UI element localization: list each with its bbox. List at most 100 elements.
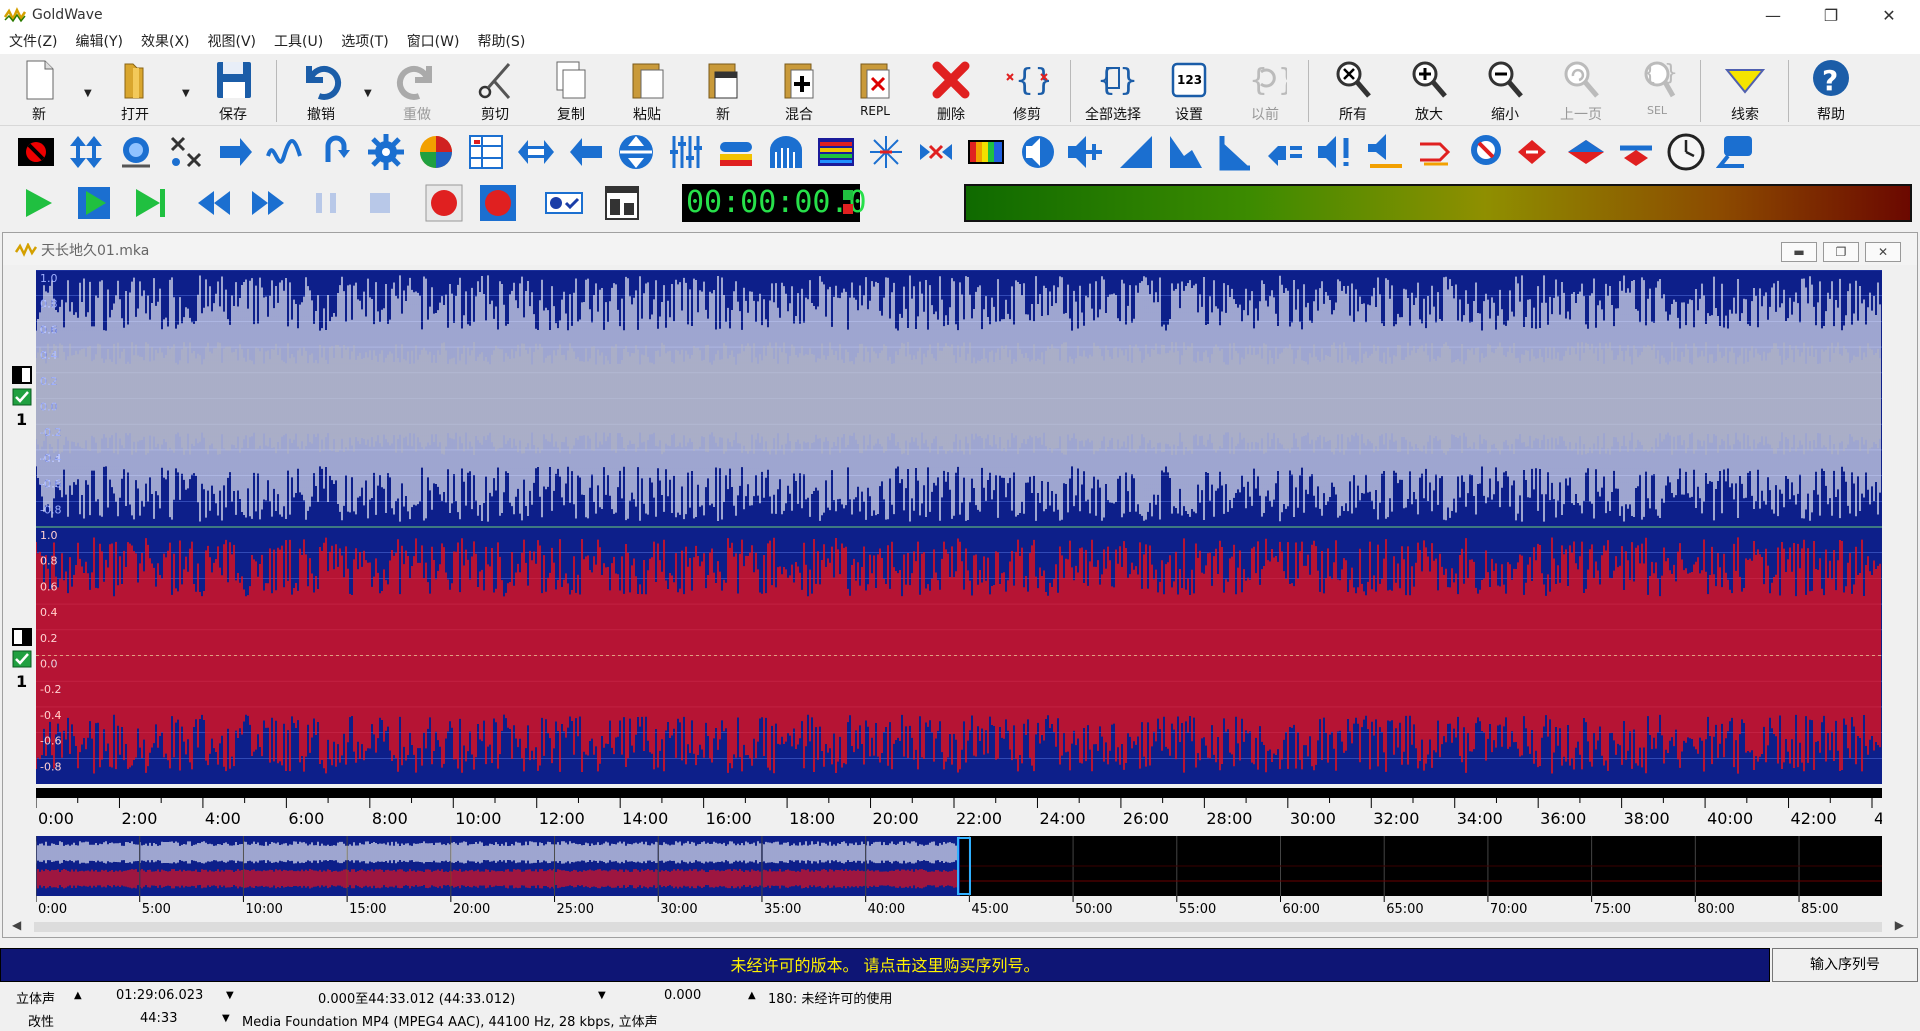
invert-icon[interactable] bbox=[316, 132, 356, 172]
bands-eq-icon[interactable] bbox=[666, 132, 706, 172]
menu-view[interactable]: 视图(V) bbox=[199, 31, 266, 53]
timeline-ruler-canvas[interactable]: 0:00 2:00 4:00 6:00 8:00 10:00 12:00 14:00 16:00… bbox=[35, 788, 1915, 828]
channel-mixer-icon[interactable] bbox=[166, 132, 206, 172]
set-button[interactable]: 123 设置 bbox=[1154, 58, 1224, 124]
volume-underline-icon[interactable] bbox=[1366, 132, 1406, 172]
rewind-icon[interactable] bbox=[194, 183, 234, 223]
horizontal-scrollbar[interactable]: ◀ ▶ bbox=[12, 918, 1904, 936]
pause-icon[interactable] bbox=[306, 183, 346, 223]
spectrum-color-icon[interactable] bbox=[966, 132, 1006, 172]
playback-rate-icon[interactable] bbox=[416, 132, 456, 172]
record-selection-icon[interactable] bbox=[478, 183, 518, 223]
record-icon[interactable] bbox=[424, 183, 464, 223]
new-button[interactable]: 新 bbox=[4, 58, 74, 124]
volume-minus-icon[interactable] bbox=[1266, 132, 1306, 172]
paste-new-button[interactable]: 新 bbox=[688, 58, 758, 124]
waveform-display[interactable]: 1.0 0.8 0.6 0.4 0.2 0.0 -0.2 -0.4 -0.6 -0.8 1.0 0.8… bbox=[36, 270, 1882, 784]
channels-dropdown-icon[interactable]: ▲ bbox=[74, 990, 82, 1001]
doc-restore-button[interactable]: ❐ bbox=[1823, 242, 1859, 262]
menu-window[interactable]: 窗口(W) bbox=[398, 31, 469, 53]
equalizer-icon[interactable] bbox=[466, 132, 506, 172]
menu-file[interactable]: 文件(Z) bbox=[0, 31, 67, 53]
overview-waveform[interactable] bbox=[36, 836, 1882, 896]
length-dropdown-icon[interactable]: ▼ bbox=[226, 990, 234, 1001]
open-button[interactable]: 打开 bbox=[100, 58, 170, 124]
duration-dropdown-icon[interactable]: ▼ bbox=[222, 1013, 230, 1024]
offset-arrow-icon[interactable] bbox=[216, 132, 256, 172]
cut-button[interactable]: 剪切 bbox=[460, 58, 530, 124]
volume-plus-icon[interactable] bbox=[1066, 132, 1106, 172]
mix-button[interactable]: 混合 bbox=[764, 58, 834, 124]
volume-shape-icon[interactable] bbox=[1166, 132, 1206, 172]
zoom-all-button[interactable]: 所有 bbox=[1318, 58, 1388, 124]
scroll-track[interactable] bbox=[34, 922, 1882, 932]
reverse-arrow-icon[interactable] bbox=[566, 132, 606, 172]
scroll-right-icon[interactable]: ▶ bbox=[1895, 918, 1904, 932]
play-icon[interactable] bbox=[18, 183, 58, 223]
pan-icon[interactable] bbox=[1416, 132, 1456, 172]
fast-forward-icon[interactable] bbox=[248, 183, 288, 223]
play-selection-icon[interactable] bbox=[74, 183, 114, 223]
undo-button[interactable]: 撤销 bbox=[286, 58, 356, 124]
menu-effects[interactable]: 效果(X) bbox=[132, 31, 199, 53]
doppler-icon[interactable] bbox=[766, 132, 806, 172]
marker-red-icon[interactable] bbox=[1516, 132, 1556, 172]
marker-blue-icon[interactable] bbox=[1566, 132, 1606, 172]
resize-channel-icon[interactable] bbox=[916, 132, 956, 172]
fade-out-icon[interactable] bbox=[1216, 132, 1256, 172]
stop-icon[interactable] bbox=[360, 183, 400, 223]
new-dropdown-icon[interactable]: ▼ bbox=[84, 88, 96, 99]
compressor-icon[interactable] bbox=[866, 132, 906, 172]
menu-help[interactable]: 帮助(S) bbox=[468, 31, 534, 53]
help-button[interactable]: ? 帮助 bbox=[1796, 58, 1866, 124]
minimize-button[interactable]: — bbox=[1744, 0, 1802, 30]
enter-serial-button[interactable]: 输入序列号 bbox=[1772, 948, 1918, 982]
volume-alert-icon[interactable] bbox=[1316, 132, 1356, 172]
copy-button[interactable]: 复制 bbox=[536, 58, 606, 124]
trim-button[interactable]: {} 修剪 bbox=[992, 58, 1062, 124]
menu-tools[interactable]: 工具(U) bbox=[265, 31, 332, 53]
sel-zoom-button[interactable]: { } SEL bbox=[1622, 58, 1692, 124]
marker-split-icon[interactable] bbox=[1616, 132, 1656, 172]
redo-button[interactable]: 重做 bbox=[382, 58, 452, 124]
paste-button[interactable]: 粘贴 bbox=[612, 58, 682, 124]
pitch-icon[interactable] bbox=[616, 132, 656, 172]
noise-reduction-icon[interactable] bbox=[716, 132, 756, 172]
previous-button[interactable]: { } 以前 bbox=[1230, 58, 1300, 124]
unlicensed-banner[interactable]: 未经许可的版本。 请点击这里购买序列号。 bbox=[0, 948, 1770, 982]
echo-icon[interactable] bbox=[116, 132, 156, 172]
swap-channels-icon[interactable] bbox=[516, 132, 556, 172]
menu-edit[interactable]: 编辑(Y) bbox=[67, 31, 132, 53]
clock-icon[interactable] bbox=[1666, 132, 1706, 172]
selection-dropdown-icon[interactable]: ▼ bbox=[598, 990, 606, 1001]
mechanize-gear-icon[interactable] bbox=[366, 132, 406, 172]
menu-options[interactable]: 选项(T) bbox=[332, 31, 397, 53]
flanger-wave-icon[interactable] bbox=[266, 132, 306, 172]
maximize-volume-icon[interactable] bbox=[66, 132, 106, 172]
cue-button[interactable]: 线索 bbox=[1710, 58, 1780, 124]
select-all-button[interactable]: {} 全部选择 bbox=[1078, 58, 1148, 124]
silence-icon[interactable] bbox=[1466, 132, 1506, 172]
channel-enabled-checkbox-icon[interactable] bbox=[12, 650, 32, 668]
zoom-in-button[interactable]: 放大 bbox=[1394, 58, 1464, 124]
doc-close-button[interactable]: ✕ bbox=[1865, 242, 1901, 262]
play-to-end-icon[interactable] bbox=[130, 183, 170, 223]
channel-select-icon[interactable] bbox=[12, 628, 32, 646]
fade-in-icon[interactable] bbox=[1016, 132, 1056, 172]
zoom-out-button[interactable]: 缩小 bbox=[1470, 58, 1540, 124]
monitor-icon[interactable] bbox=[544, 183, 584, 223]
save-button[interactable]: 保存 bbox=[198, 58, 268, 124]
spectrum-filter-icon[interactable] bbox=[816, 132, 856, 172]
channel-enabled-checkbox-icon[interactable] bbox=[12, 388, 32, 406]
timeline-ruler[interactable]: 0:00 2:00 4:00 6:00 8:00 10:00 12:00 14:00 16:00… bbox=[35, 788, 1915, 828]
scroll-left-icon[interactable]: ◀ bbox=[12, 918, 21, 932]
overview-canvas[interactable] bbox=[36, 836, 1882, 896]
speech-bubble-icon[interactable] bbox=[1716, 132, 1756, 172]
undo-dropdown-icon[interactable]: ▼ bbox=[364, 88, 376, 99]
device-controls-icon[interactable] bbox=[602, 183, 642, 223]
stop-effect-icon[interactable] bbox=[16, 132, 56, 172]
fade-up-icon[interactable] bbox=[1116, 132, 1156, 172]
prev-page-button[interactable]: 上一页 bbox=[1546, 58, 1616, 124]
close-button[interactable]: ✕ bbox=[1860, 0, 1918, 30]
waveform-canvas[interactable]: 1.0 0.8 0.6 0.4 0.2 0.0 -0.2 -0.4 -0.6 -0.8 1.0 0.8… bbox=[36, 270, 1882, 784]
